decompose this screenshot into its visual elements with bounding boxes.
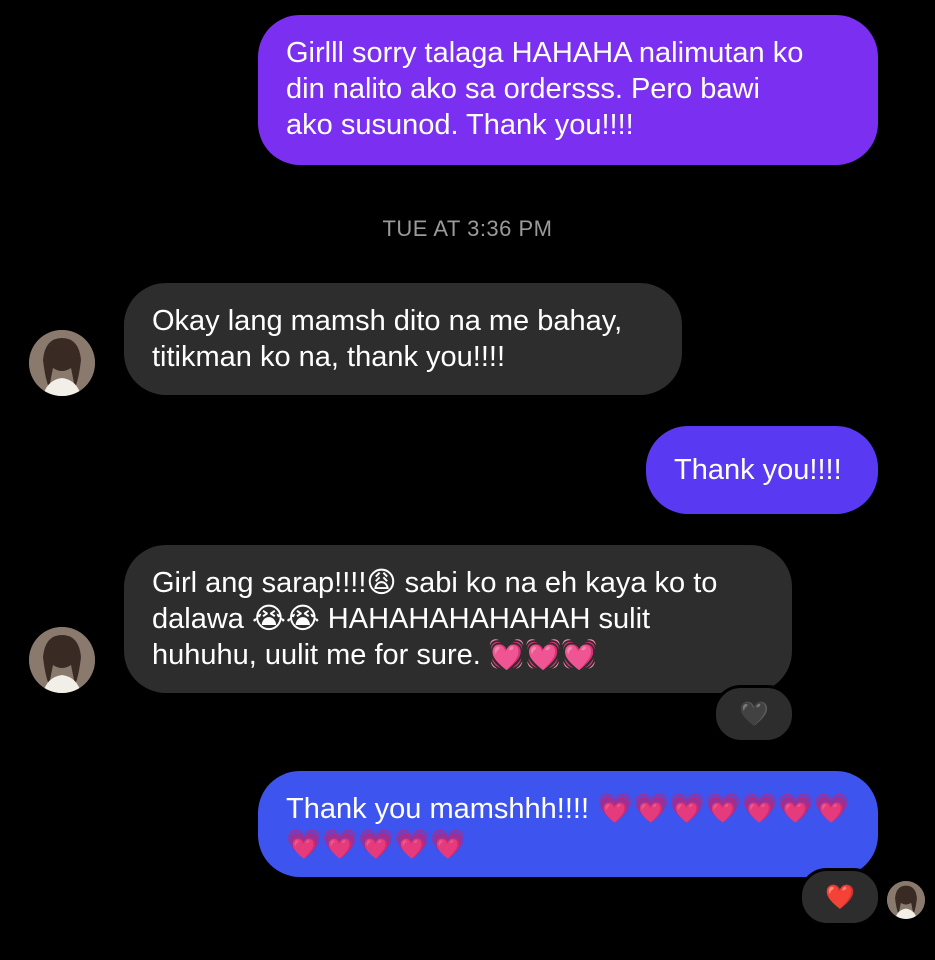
read-receipt-avatar: [887, 881, 925, 919]
black-heart-icon: 🖤: [739, 700, 769, 728]
outgoing-message-bubble[interactable]: Thank you mamshhh!!!! 💗💗💗💗💗💗💗 💗💗💗💗💗: [258, 771, 878, 877]
avatar-image: [29, 330, 95, 396]
contact-avatar[interactable]: [29, 627, 95, 693]
red-heart-icon: ❤️: [825, 883, 855, 911]
outgoing-message-bubble[interactable]: Thank you!!!!: [646, 426, 878, 514]
contact-avatar[interactable]: [29, 330, 95, 396]
outgoing-message-bubble[interactable]: Girlll sorry talaga HAHAHA nalimutan ko …: [258, 15, 878, 165]
message-reaction[interactable]: 🖤: [713, 685, 795, 743]
avatar-image: [29, 627, 95, 693]
avatar-image: [887, 881, 925, 919]
message-timestamp: TUE AT 3:36 PM: [382, 216, 553, 241]
incoming-message-bubble[interactable]: Girl ang sarap!!!!😩 sabi ko na eh kaya k…: [124, 545, 792, 693]
incoming-message-bubble[interactable]: Okay lang mamsh dito na me bahay, titikm…: [124, 283, 682, 395]
message-reaction[interactable]: ❤️: [799, 868, 881, 926]
